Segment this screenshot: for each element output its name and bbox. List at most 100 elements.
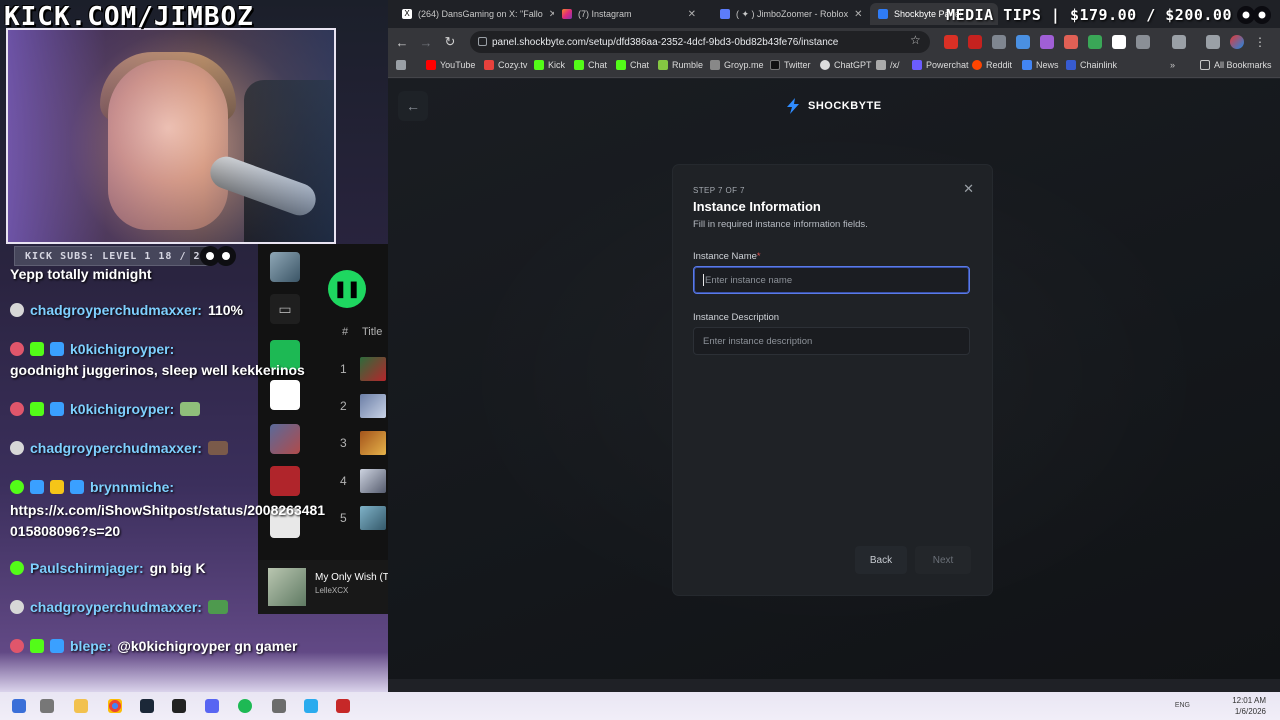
modal-title: Instance Information [693,199,821,214]
url-input[interactable]: panel.shockbyte.com/setup/dfd386aa-2352-… [470,31,930,53]
close-icon[interactable]: ✕ [963,181,974,197]
instance-name-label: Instance Name* [693,251,761,262]
spotify-sidebar-cover[interactable] [270,380,300,410]
bookmark-reddit[interactable]: Reddit [972,60,1012,70]
next-button[interactable]: Next [915,546,971,574]
extensions-puzzle-icon[interactable] [1136,35,1150,49]
instance-name-placeholder: Enter instance name [705,274,793,286]
steam-icon[interactable] [140,699,154,713]
track-row[interactable]: 3 [340,430,388,456]
extension-icon[interactable] [968,35,982,49]
step-indicator: STEP 7 OF 7 [693,186,745,195]
forward-arrow-icon[interactable]: → [418,34,434,50]
extension-icon[interactable] [1040,35,1054,49]
instance-description-input[interactable]: Enter instance description [693,327,970,355]
chat-link[interactable]: https://x.com/iShowShitpost/status/20082… [10,500,330,542]
extension-icon[interactable] [992,35,1006,49]
pause-button[interactable]: ❚❚ [328,270,366,308]
bookmark-chat[interactable]: Chat [574,60,607,70]
downloads-icon[interactable] [1206,35,1220,49]
track-cover [360,431,386,455]
app-icon[interactable] [272,699,286,713]
user-badge-icon [10,441,24,455]
now-playing-artist: LelleXCX [315,586,349,595]
track-row[interactable]: 1 [340,356,388,382]
bookmark-kick[interactable]: Kick [534,60,565,70]
spotify-sidebar-cover[interactable] [270,424,300,454]
extension-icon[interactable] [1016,35,1030,49]
page-back-button[interactable]: ← [398,91,428,121]
chat-username: chadgroyperchudmaxxer: [30,302,202,318]
clock[interactable]: 12:01 AM 1/6/2026 [1232,695,1266,717]
x-icon: X [402,9,412,19]
tab-x[interactable]: X (264) DansGaming on X: "Fallo ✕ [394,3,554,25]
chat-message-continuation: https://x.com/iShowShitpost/status/20082… [10,500,330,542]
kick-icon [534,60,544,70]
chrome-icon[interactable] [108,699,122,713]
language-indicator[interactable]: ENG [1175,702,1190,709]
tab-roblox[interactable]: ( ✦ ) JimboZoomer - Roblox ✕ [712,3,866,25]
bookmark-chat[interactable]: Chat [616,60,649,70]
all-bookmarks[interactable]: All Bookmarks [1200,60,1272,70]
reload-icon[interactable]: ↻ [442,34,458,50]
bookmark-x[interactable]: /x/ [876,60,900,70]
bookmarks-overflow-icon[interactable]: » [1170,60,1175,70]
bookmark-news[interactable]: News [1022,60,1059,70]
webcam-lighting [8,30,334,242]
obs-icon[interactable] [172,699,186,713]
apps-grid-icon[interactable] [396,60,406,70]
stream-overlay: KICK.COM/JIMBOZ KICK SUBS: LEVEL 1 18 / … [0,0,388,692]
shockbyte-logo: SHOCKBYTE [784,97,882,115]
telegram-icon[interactable] [304,699,318,713]
back-button[interactable]: Back [855,546,907,574]
gmail-icon[interactable] [944,35,958,49]
x-extension-icon[interactable] [1112,35,1126,49]
tab-label: (7) Instagram [578,9,632,19]
cozy-icon [484,60,494,70]
bookmark-youtube[interactable]: YouTube [426,60,475,70]
bookmark-twitter[interactable]: Twitter [770,60,811,70]
roblox-icon [720,9,730,19]
spotify-sidebar-cover[interactable] [270,466,300,496]
extension-icon[interactable] [1088,35,1102,49]
tab-instagram[interactable]: (7) Instagram ✕ [554,3,704,25]
back-arrow-icon[interactable]: ← [394,34,410,50]
instance-name-input[interactable]: Enter instance name [693,266,970,294]
chat-username: k0kichigroyper: [70,401,175,417]
instance-name-label-text: Instance Name [693,251,757,262]
profile-avatar[interactable] [1230,35,1244,49]
screenshot-icon[interactable] [1172,35,1186,49]
track-row[interactable]: 2 [340,393,388,419]
bookmark-cozy[interactable]: Cozy.tv [484,60,527,70]
file-explorer-icon[interactable] [74,699,88,713]
bookmark-chatgpt[interactable]: ChatGPT [820,60,872,70]
spotify-icon[interactable] [238,699,252,713]
bookmark-star-icon[interactable]: ☆ [910,33,921,47]
chat-text: gn big K [149,560,206,576]
task-view-icon[interactable] [40,699,54,713]
text-caret [703,274,704,286]
webcam-feed [6,28,336,244]
bookmark-chainlink[interactable]: Chainlink [1066,60,1117,70]
track-row[interactable]: 4 [340,468,388,494]
bookmark-rumble[interactable]: Rumble [658,60,703,70]
extension-icon[interactable] [1064,35,1078,49]
spotify-sidebar-cover[interactable] [270,252,300,282]
bookmarks-bar: YouTube Cozy.tv Kick Chat Chat Rumble Gr… [388,56,1280,78]
user-badge-icon [10,342,24,356]
folder-icon[interactable]: ▭ [270,294,300,324]
track-row[interactable]: 5 [340,505,388,531]
chat-message: Paulschirmjager: gn big K [10,560,206,576]
menu-dots-icon[interactable]: ⋮ [1254,35,1268,49]
bookmark-groyp[interactable]: Groyp.me [710,60,764,70]
app-icon[interactable] [336,699,350,713]
windows-start-icon[interactable] [12,699,26,713]
bookmark-label: Powerchat [926,60,969,70]
close-icon[interactable]: ✕ [854,9,862,20]
site-info-icon[interactable] [478,37,487,46]
close-icon[interactable]: ✕ [688,9,696,20]
bookmark-powerchat[interactable]: Powerchat [912,60,969,70]
emote-icon [207,600,228,614]
discord-icon[interactable] [205,699,219,713]
track-number: 5 [340,511,347,525]
